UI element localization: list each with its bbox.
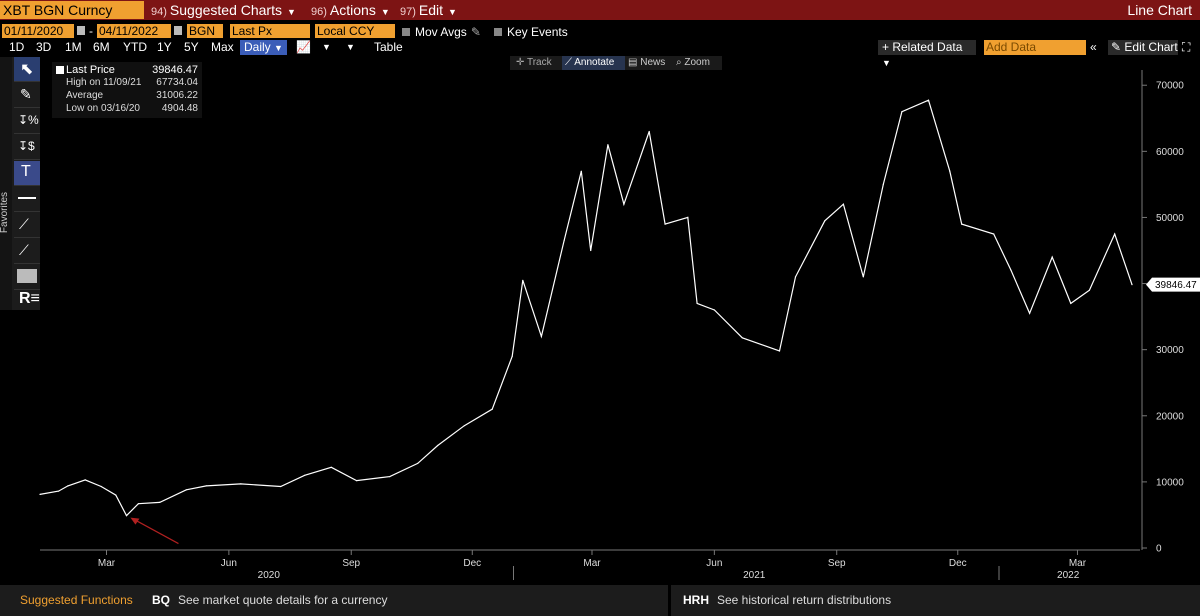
price-point (563, 240, 565, 242)
price-point (417, 462, 419, 464)
price-point (1088, 289, 1090, 291)
price-point (540, 335, 543, 337)
price-point (356, 480, 358, 482)
price-point (125, 515, 128, 517)
function-code: HRH (683, 593, 709, 607)
year-label: 2022 (1057, 570, 1080, 581)
y-tick-label: 60000 (1156, 147, 1184, 158)
price-point (794, 276, 797, 278)
annotation-arrow-shaft (132, 518, 179, 545)
price-point (1070, 302, 1072, 304)
price-point (824, 220, 826, 222)
price-point (696, 302, 698, 304)
price-point (882, 183, 884, 185)
chart-marks: 39846.47 (39, 99, 1200, 545)
hrh-function-link[interactable]: HRH See historical return distributions (683, 585, 891, 616)
y-tick-label: 0 (1156, 544, 1162, 555)
price-point (1114, 233, 1116, 235)
y-tick-label: 20000 (1156, 411, 1184, 422)
y-tick-label: 70000 (1156, 81, 1184, 92)
price-point (590, 249, 592, 252)
price-point (67, 485, 69, 487)
price-series-line (39, 99, 1133, 517)
price-point (842, 203, 845, 205)
price-point (1131, 284, 1133, 286)
chart-axes: Mar Jun Sep Dec Mar Jun Sep Dec Mar 2020 2021 2022 0… (40, 70, 1184, 581)
x-tick-label: Mar (583, 558, 601, 569)
last-value-label: 39846.47 (1155, 280, 1197, 291)
price-point (687, 216, 689, 218)
price-point (304, 474, 306, 476)
function-desc: See market quote details for a currency (178, 593, 388, 607)
price-point (961, 223, 963, 225)
price-point (159, 501, 161, 503)
x-tick-label: Mar (1069, 558, 1087, 569)
y-tick-label: 10000 (1156, 477, 1184, 488)
price-point (1051, 256, 1053, 258)
price-point (100, 485, 102, 488)
price-point (389, 476, 391, 478)
bq-function-link[interactable]: BQ See market quote details for a currenc… (152, 585, 387, 616)
y-tick-label: 30000 (1156, 345, 1184, 356)
price-point (280, 485, 282, 488)
price-point (491, 408, 493, 410)
price-point (511, 355, 513, 357)
function-desc: See historical return distributions (717, 593, 892, 607)
x-tick-label: Dec (949, 558, 967, 569)
price-point (862, 276, 864, 278)
price-point (84, 479, 86, 481)
price-point (741, 337, 743, 339)
price-point (607, 144, 609, 146)
price-point (115, 494, 117, 496)
price-point (778, 350, 781, 352)
price-point (1010, 269, 1012, 271)
last-value-tag: 39846.47 (1146, 277, 1200, 292)
price-point (664, 223, 666, 225)
x-tick-label: Jun (706, 558, 722, 569)
price-point (623, 203, 625, 205)
price-point (949, 170, 951, 172)
price-point (437, 444, 439, 447)
price-point (522, 279, 524, 281)
price-point (1029, 312, 1031, 314)
year-label: 2020 (258, 570, 281, 581)
x-tick-label: Dec (463, 558, 481, 569)
function-code: BQ (152, 593, 170, 607)
price-point (713, 309, 716, 311)
price-point (58, 490, 60, 492)
price-point (648, 130, 650, 133)
price-point (927, 99, 930, 101)
price-point (205, 485, 207, 487)
x-tick-label: Mar (98, 558, 116, 569)
price-point (330, 466, 332, 468)
price-point (240, 483, 242, 485)
x-tick-label: Sep (342, 558, 360, 569)
price-point (463, 425, 465, 427)
y-tick-label: 50000 (1156, 213, 1184, 224)
price-point (185, 489, 187, 491)
footer-divider (668, 585, 671, 616)
price-point (39, 493, 41, 495)
price-chart[interactable]: Mar Jun Sep Dec Mar Jun Sep Dec Mar 2020 2021 2022 0… (0, 0, 1200, 585)
x-tick-label: Jun (221, 558, 237, 569)
price-point (580, 170, 582, 172)
price-point (901, 111, 903, 113)
x-tick-label: Sep (828, 558, 846, 569)
price-point (137, 503, 139, 505)
suggested-functions-label: Suggested Functions (20, 593, 133, 607)
year-label: 2021 (743, 570, 766, 581)
price-point (993, 233, 995, 235)
